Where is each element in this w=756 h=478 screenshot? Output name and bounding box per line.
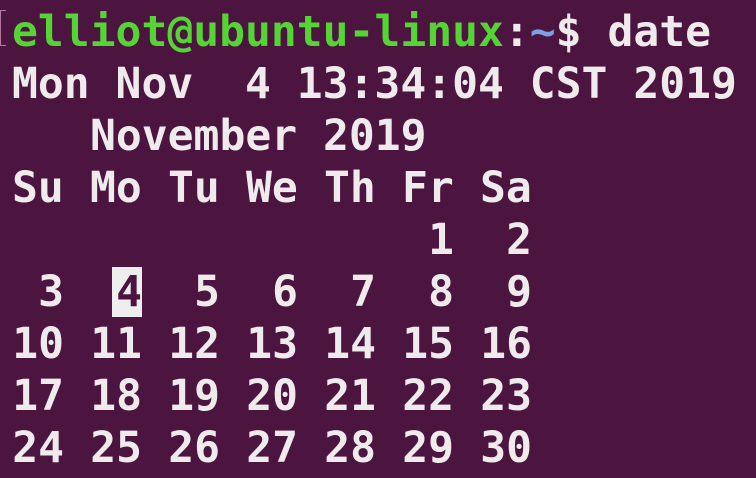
- today-highlight: 4: [112, 267, 142, 317]
- weekday-su: Su: [12, 163, 64, 213]
- calendar-day: 2: [506, 215, 532, 265]
- weekday-sa: Sa: [480, 163, 532, 213]
- prompt-user-host: elliot@ubuntu-linux: [12, 7, 504, 57]
- prompt-path: ~: [529, 7, 556, 57]
- calendar-day: 21: [324, 371, 376, 421]
- command-text: date: [607, 7, 712, 57]
- calendar-title: November 2019: [12, 110, 756, 162]
- calendar-weekday-row: Su Mo Tu We Th Fr Sa: [12, 162, 756, 214]
- date-output: Mon Nov 4 13:34:04 CST 2019: [12, 59, 737, 109]
- calendar-day: 1: [428, 215, 454, 265]
- calendar-day: 19: [168, 371, 220, 421]
- calendar-day: 15: [402, 319, 454, 369]
- calendar-day: 18: [90, 371, 142, 421]
- calendar-weeks: 1 2 3 4 5 6 7 8 9 10 11 12 13 14 15 16 17 18 19 20 21 22 23 24 2…: [12, 214, 756, 474]
- calendar-day: 4: [90, 266, 142, 318]
- calendar-day: 3: [38, 267, 64, 317]
- calendar-day: 24: [12, 423, 64, 473]
- calendar-day: 9: [506, 267, 532, 317]
- calendar-week-row: 10 11 12 13 14 15 16: [12, 318, 756, 370]
- calendar-day: 23: [480, 371, 532, 421]
- calendar-day: 14: [324, 319, 376, 369]
- calendar-day: 8: [428, 267, 454, 317]
- terminal-output[interactable]: elliot@ubuntu-linux:~$ date Mon Nov 4 13…: [12, 6, 756, 474]
- calendar-week-row: 24 25 26 27 28 29 30: [12, 422, 756, 474]
- weekday-we: We: [246, 163, 298, 213]
- calendar-day: 10: [12, 319, 64, 369]
- calendar-day: 27: [246, 423, 298, 473]
- calendar-day: 30: [480, 423, 532, 473]
- calendar-day: 22: [402, 371, 454, 421]
- prompt-line: elliot@ubuntu-linux:~$ date: [12, 6, 756, 58]
- window-edge-marker: [0, 10, 6, 46]
- calendar-day: 28: [324, 423, 376, 473]
- calendar-day: 11: [90, 319, 142, 369]
- calendar-day: 16: [480, 319, 532, 369]
- prompt-sign: $: [555, 7, 582, 57]
- calendar-day: 6: [272, 267, 298, 317]
- prompt-separator: :: [503, 7, 530, 57]
- calendar-title-text: November 2019: [90, 111, 427, 161]
- calendar-day: 29: [402, 423, 454, 473]
- weekday-fr: Fr: [402, 163, 454, 213]
- weekday-mo: Mo: [90, 163, 142, 213]
- calendar-day: 20: [246, 371, 298, 421]
- calendar-day: 7: [350, 267, 376, 317]
- calendar-day: 12: [168, 319, 220, 369]
- calendar-day: 26: [168, 423, 220, 473]
- calendar-day: 13: [246, 319, 298, 369]
- calendar-day: 17: [12, 371, 64, 421]
- calendar-week-row: 34 5 6 7 8 9: [12, 266, 756, 318]
- weekday-th: Th: [324, 163, 376, 213]
- weekday-tu: Tu: [168, 163, 220, 213]
- calendar-day: 25: [90, 423, 142, 473]
- calendar-day: 5: [194, 267, 220, 317]
- calendar-week-row: 12: [12, 214, 756, 266]
- calendar-week-row: 17 18 19 20 21 22 23: [12, 370, 756, 422]
